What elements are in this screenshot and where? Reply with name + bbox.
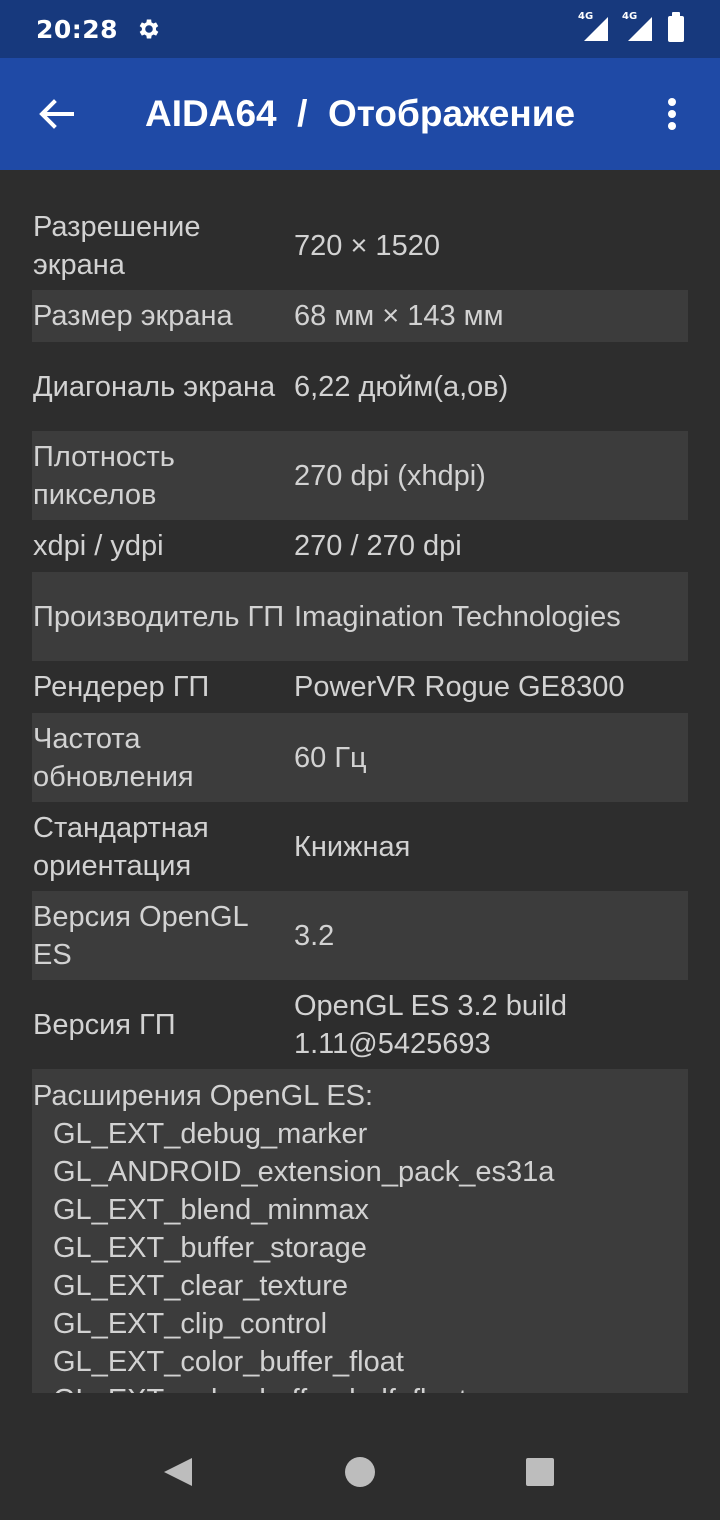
signal-4g-icon: 4G [578, 11, 610, 43]
list-item: GL_EXT_clear_texture [53, 1270, 348, 1302]
list-item: GL_EXT_color_buffer_float [53, 1346, 404, 1378]
network-type-label: 4G [578, 11, 594, 22]
signal-4g-icon: 4G [622, 11, 654, 43]
row-value: OpenGL ES 3.2 build 1.11@5425693 [294, 989, 567, 1060]
page-title: AIDA64 / Отображение [145, 93, 576, 134]
row-label: xdpi / ydpi [33, 530, 164, 562]
list-item: GL_EXT_blend_minmax [53, 1194, 369, 1226]
table-row: Разрешение экрана 720 × 1520 [32, 201, 688, 290]
extensions-header: Расширения OpenGL ES: [33, 1080, 374, 1112]
status-bar: 20:28 4G 4G [0, 0, 720, 58]
more-options-button[interactable] [652, 94, 692, 134]
system-nav-bar [0, 1420, 720, 1520]
row-label: Частота обновления [33, 722, 194, 793]
nav-recents-icon[interactable] [526, 1458, 554, 1486]
back-button[interactable] [36, 94, 76, 134]
table-row: Производитель ГП Imagination Technologie… [32, 572, 688, 661]
row-value: 270 / 270 dpi [294, 530, 462, 562]
app-bar: AIDA64 / Отображение [0, 58, 720, 170]
table-row: Размер экрана 68 мм × 143 мм [32, 290, 688, 342]
display-info-table[interactable]: Разрешение экрана 720 × 1520 Размер экра… [32, 201, 688, 1393]
gear-icon [136, 16, 162, 42]
arrow-left-icon [39, 99, 74, 129]
status-time: 20:28 [36, 14, 119, 44]
row-value: Книжная [294, 830, 411, 863]
row-label: Стандартная ориентация [33, 811, 209, 882]
row-label: Рендерер ГП [33, 671, 210, 703]
table-row: Версия ГП OpenGL ES 3.2 build 1.11@54256… [32, 980, 688, 1069]
nav-back-icon[interactable] [162, 1456, 194, 1488]
more-vert-icon [668, 98, 676, 130]
row-value: 720 × 1520 [294, 229, 440, 262]
row-label: Версия OpenGL ES [33, 900, 248, 971]
table-row: Плотность пикселов 270 dpi (xhdpi) [32, 431, 688, 520]
row-value: 60 Гц [294, 741, 367, 774]
row-label: Плотность пикселов [33, 440, 175, 511]
battery-icon [668, 12, 684, 42]
row-label: Производитель ГП [33, 600, 285, 633]
row-label: Диагональ экрана [33, 370, 276, 403]
row-value: 68 мм × 143 мм [294, 300, 504, 332]
nav-home-icon[interactable] [345, 1457, 375, 1487]
table-row: Версия OpenGL ES 3.2 [32, 891, 688, 980]
status-icons: 4G 4G [578, 11, 684, 43]
row-value: 270 dpi (xhdpi) [294, 459, 486, 492]
list-item: GL_EXT_debug_marker [53, 1118, 368, 1150]
table-row: Стандартная ориентация Книжная [32, 802, 688, 891]
network-type-label: 4G [622, 11, 638, 22]
row-value: PowerVR Rogue GE8300 [294, 671, 625, 703]
table-row: Диагональ экрана 6,22 дюйм(а,ов) [32, 342, 688, 431]
row-label: Разрешение экрана [33, 210, 201, 281]
table-row: Частота обновления 60 Гц [32, 713, 688, 802]
row-value: Imagination Technologies [294, 600, 621, 633]
row-value: 3.2 [294, 919, 335, 952]
opengl-extensions-list: Расширения OpenGL ES: GL_EXT_debug_marke… [32, 1069, 688, 1393]
table-row: Рендерер ГП PowerVR Rogue GE8300 [32, 661, 688, 713]
row-value: 6,22 дюйм(а,ов) [294, 370, 509, 403]
list-item: GL_ANDROID_extension_pack_es31a [53, 1156, 555, 1188]
list-item: GL_EXT_buffer_storage [53, 1232, 367, 1264]
list-item: GL_EXT_clip_control [53, 1308, 328, 1340]
table-row: xdpi / ydpi 270 / 270 dpi [32, 520, 688, 572]
row-label: Размер экрана [33, 300, 233, 332]
list-item: GL_EXT_color_buffer_half_float [32, 1381, 688, 1393]
row-label: Версия ГП [33, 1008, 176, 1041]
